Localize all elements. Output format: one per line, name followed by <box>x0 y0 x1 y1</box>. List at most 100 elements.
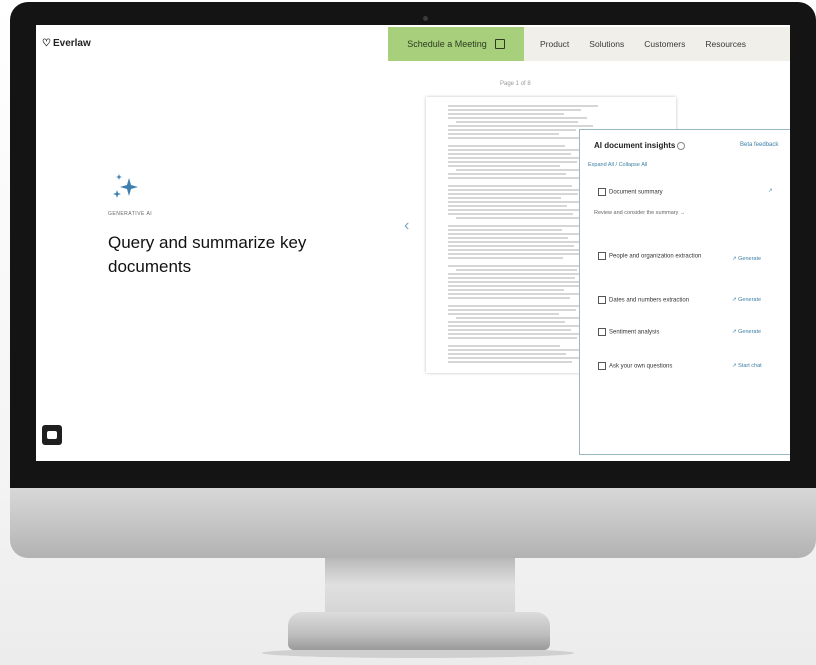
document-text-line <box>448 133 559 135</box>
camera-dot <box>423 16 428 21</box>
info-icon <box>677 141 686 150</box>
document-text-line <box>448 281 598 283</box>
document-text-line <box>448 253 580 255</box>
document-text-line <box>456 169 591 171</box>
document-text-line <box>448 157 594 159</box>
top-nav: ♡ Everlaw Schedule a Meeting Product Solu… <box>36 25 790 63</box>
document-text-line <box>448 229 562 231</box>
feature-label: People and organization extraction <box>609 253 702 260</box>
document-text-line <box>448 345 560 347</box>
ai-insights-panel: AI document insights Beta feedback Expan… <box>579 129 790 455</box>
panel-title: AI document insights <box>594 141 686 150</box>
chevron-left-icon[interactable]: ‹ <box>404 217 409 235</box>
feature-label: Document summary <box>609 189 663 196</box>
document-text-line <box>448 205 567 207</box>
document-text-line <box>448 113 564 115</box>
document-text-line <box>448 245 574 247</box>
summary-expand-button[interactable]: ↗ <box>768 188 773 194</box>
document-text-line <box>448 337 577 339</box>
document-text-line <box>448 213 573 215</box>
document-text-line <box>448 289 564 291</box>
generate-sentiment-button[interactable]: ↗ Generate <box>732 329 761 335</box>
panel-title-text: AI document insights <box>594 141 676 150</box>
document-text-line <box>448 137 582 139</box>
nav-menu: Product Solutions Customers Resources <box>524 27 790 61</box>
nav-item-product[interactable]: Product <box>540 39 569 49</box>
document-text-line <box>448 193 578 195</box>
logo-text: Everlaw <box>52 38 91 49</box>
monitor-chin <box>10 488 816 558</box>
hero-eyebrow: GENERATIVE AI <box>108 211 153 217</box>
document-text-line <box>448 233 585 235</box>
document-text-line <box>448 149 588 151</box>
document-text-line <box>448 145 565 147</box>
document-text-line <box>448 209 590 211</box>
document-text-line <box>448 165 560 167</box>
expand-collapse-link[interactable]: Expand All / Collapse All <box>588 162 647 168</box>
document-text-line <box>448 305 593 307</box>
chat-question-icon <box>598 362 606 370</box>
summary-note: Review and consider the summary → <box>594 210 686 216</box>
document-text-line <box>456 269 577 271</box>
schedule-meeting-button[interactable]: Schedule a Meeting <box>388 27 524 61</box>
website-screen: ♡ Everlaw Schedule a Meeting Product Solu… <box>36 25 790 461</box>
document-text-line <box>448 237 568 239</box>
document-text-line <box>448 297 570 299</box>
document-text-line <box>448 117 587 119</box>
document-text-line <box>448 285 581 287</box>
generate-people-button[interactable]: ↗ Generate <box>732 256 761 262</box>
monitor-stand <box>288 612 550 650</box>
page-indicator: Page 1 of 8 <box>500 81 531 87</box>
document-text-line <box>448 109 581 111</box>
document-text-line <box>448 309 576 311</box>
document-text-line <box>448 333 594 335</box>
hero-title: Query and summarize key documents <box>108 233 307 276</box>
document-text-line <box>448 321 565 323</box>
document-text-line <box>448 349 583 351</box>
nav-item-solutions[interactable]: Solutions <box>589 39 624 49</box>
nav-item-resources[interactable]: Resources <box>705 39 746 49</box>
document-text-line <box>448 293 587 295</box>
feature-ask-questions[interactable]: Ask your own questions <box>598 362 672 370</box>
calendar-small-icon <box>598 296 606 304</box>
feature-label: Ask your own questions <box>609 363 673 370</box>
document-text-line <box>448 189 595 191</box>
document-text-line <box>448 353 566 355</box>
feature-label: Dates and numbers extraction <box>609 297 690 304</box>
people-icon <box>598 252 606 260</box>
calendar-icon <box>494 39 505 49</box>
document-text-line <box>448 105 598 107</box>
logo[interactable]: ♡ Everlaw <box>42 38 91 49</box>
document-text-line <box>456 317 590 319</box>
feature-sentiment-analysis[interactable]: Sentiment analysis <box>598 328 659 336</box>
document-text-line <box>448 125 593 127</box>
document-icon <box>598 188 606 196</box>
document-text-line <box>448 241 591 243</box>
document-text-line <box>448 197 561 199</box>
start-chat-button[interactable]: ↗ Start chat <box>732 363 762 369</box>
document-text-line <box>456 121 578 123</box>
sparkle-icon <box>113 174 138 198</box>
feature-label: Sentiment analysis <box>609 329 660 336</box>
document-text-line <box>448 265 586 267</box>
document-text-line <box>448 201 584 203</box>
feature-dates-extraction[interactable]: Dates and numbers extraction <box>598 296 689 304</box>
heart-icon: ♡ <box>42 38 51 49</box>
nav-item-customers[interactable]: Customers <box>644 39 685 49</box>
document-text-line <box>448 185 572 187</box>
document-text-line <box>448 357 589 359</box>
document-text-line <box>448 257 563 259</box>
document-text-line <box>448 173 566 175</box>
feature-people-extraction[interactable]: People and organization extraction <box>598 252 708 262</box>
generate-dates-button[interactable]: ↗ Generate <box>732 297 761 303</box>
document-text-line <box>448 153 571 155</box>
document-text-line <box>448 129 576 131</box>
chat-icon <box>47 431 57 439</box>
chat-button[interactable] <box>42 425 62 445</box>
document-text-line <box>448 249 597 251</box>
document-text-line <box>448 361 572 363</box>
beta-feedback-link[interactable]: Beta feedback <box>740 142 778 148</box>
document-text-line <box>448 273 592 275</box>
feature-document-summary[interactable]: Document summary <box>598 188 663 196</box>
document-text-line <box>448 277 575 279</box>
